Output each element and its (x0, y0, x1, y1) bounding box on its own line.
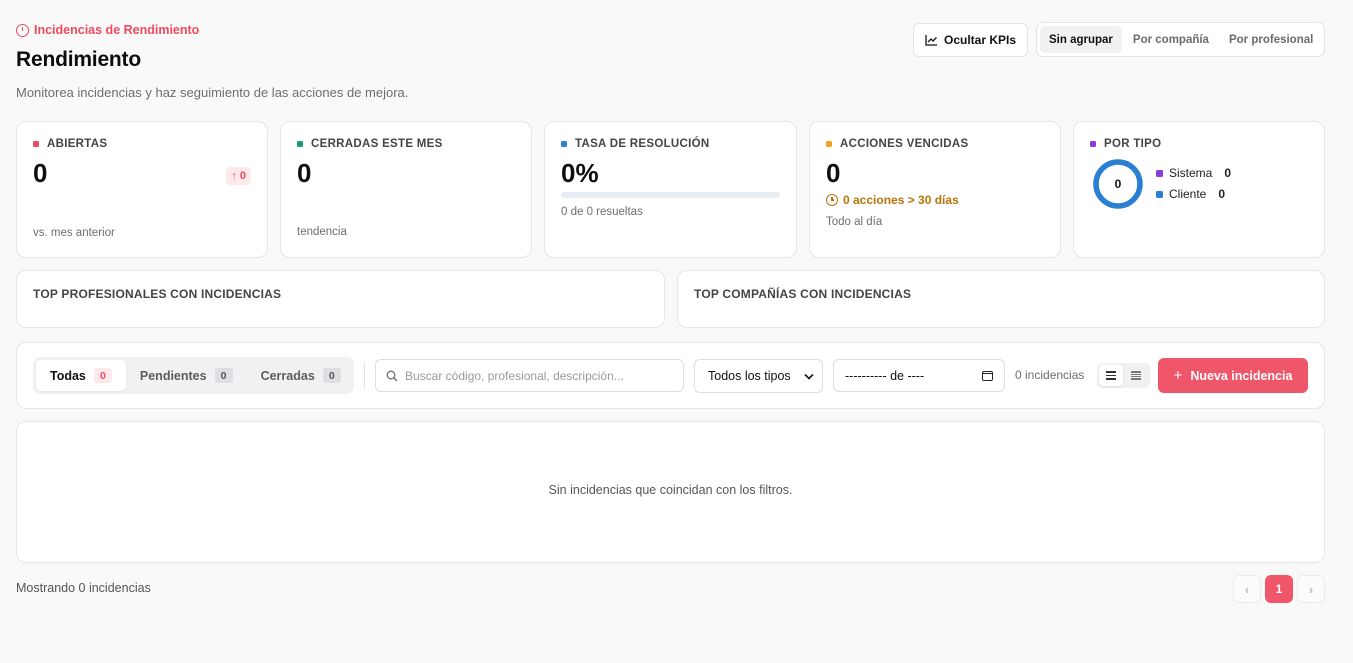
status-dot (826, 141, 832, 147)
kpi-label: ACCIONES VENCIDAS (840, 138, 969, 150)
filter-toolbar: Todas 0 Pendientes 0 Cerradas 0 Todos lo… (16, 342, 1325, 409)
calendar-icon (981, 370, 993, 381)
status-dot (561, 141, 567, 147)
clock-icon (826, 194, 838, 206)
tab-count-badge: 0 (93, 368, 112, 383)
warning-text: 0 acciones > 30 días (843, 193, 959, 207)
overdue-warning: 0 acciones > 30 días (826, 193, 959, 207)
kpi-card-por-tipo: POR TIPO 0 Sistema 0 Cliente 0 (1073, 121, 1325, 258)
top-companies-panel: TOP COMPAÑÍAS CON INCIDENCIAS (677, 270, 1325, 328)
chevron-right-icon: › (1308, 581, 1314, 597)
alert-circle-icon (16, 23, 29, 37)
chevron-down-icon (804, 373, 814, 380)
kpi-value: 0% (561, 158, 599, 188)
kpi-card-cerradas: CERRADAS ESTE MES 0 tendencia (280, 121, 532, 258)
kpi-value: 0 (826, 158, 841, 188)
date-value: ---------- de ---- (845, 368, 925, 383)
result-count: 0 incidencias (1015, 368, 1085, 382)
select-value: Todos los tipos (708, 369, 791, 383)
kpi-label: ABIERTAS (47, 138, 108, 150)
group-by-company-option[interactable]: Por compañía (1124, 26, 1218, 53)
group-by-professional-option[interactable]: Por profesional (1220, 26, 1322, 53)
kpi-value: 0 (33, 158, 48, 188)
tab-cerradas[interactable]: Cerradas 0 (247, 360, 355, 391)
delta-badge: ↑ 0 (226, 167, 251, 185)
new-incident-button[interactable]: + Nueva incidencia (1158, 358, 1308, 393)
tab-label: Pendientes (139, 368, 207, 383)
kpi-footnote: Todo al día (826, 216, 883, 228)
kpi-label: POR TIPO (1104, 138, 1162, 150)
status-dot (33, 141, 39, 147)
kpi-value: 0 (297, 158, 312, 188)
type-select[interactable]: Todos los tipos (694, 359, 823, 393)
status-dot (297, 141, 303, 147)
legend-label: Cliente (1169, 187, 1207, 201)
results-panel: Sin incidencias que coincidan con los fi… (16, 421, 1325, 563)
donut-total: 0 (1114, 177, 1122, 191)
kpi-footnote: 0 de 0 resueltas (561, 206, 643, 218)
view-mode-toggle (1097, 363, 1150, 388)
tab-count-badge: 0 (322, 368, 341, 383)
resolution-progress-bar (561, 192, 780, 198)
list-icon (1105, 371, 1116, 380)
hide-kpis-label: Ocultar KPIs (943, 33, 1017, 47)
legend-item-sistema: Sistema 0 (1156, 166, 1231, 180)
status-dot (1090, 141, 1096, 147)
kpi-footnote: tendencia (297, 226, 347, 238)
search-icon (386, 370, 398, 381)
search-input[interactable] (405, 368, 665, 383)
compact-list-icon (1131, 371, 1142, 380)
tab-count-badge: 0 (214, 368, 233, 383)
empty-state-message: Sin incidencias que coincidan con los fi… (548, 483, 793, 497)
plus-icon: + (1173, 367, 1183, 384)
legend-value: 0 (1218, 187, 1226, 201)
tab-label: Todas (50, 368, 86, 383)
status-tabs: Todas 0 Pendientes 0 Cerradas 0 (33, 357, 354, 394)
page-button-current[interactable]: 1 (1265, 575, 1293, 603)
arrow-up-icon: ↑ (231, 170, 237, 182)
kpi-card-vencidas: ACCIONES VENCIDAS 0 0 acciones > 30 días… (809, 121, 1061, 258)
legend-swatch (1156, 169, 1163, 177)
panel-title: TOP COMPAÑÍAS CON INCIDENCIAS (694, 287, 912, 301)
prev-page-button[interactable]: ‹ (1233, 575, 1261, 603)
page-subtitle: Monitorea incidencias y haz seguimiento … (16, 85, 409, 100)
breadcrumb: Incidencias de Rendimiento (16, 23, 199, 37)
tab-pendientes[interactable]: Pendientes 0 (126, 360, 247, 391)
pagination-summary: Mostrando 0 incidencias (16, 581, 151, 595)
tab-todas[interactable]: Todas 0 (36, 360, 126, 391)
legend-item-cliente: Cliente 0 (1156, 187, 1225, 201)
divider (364, 362, 365, 389)
kpi-label: CERRADAS ESTE MES (311, 138, 443, 150)
top-professionals-panel: TOP PROFESIONALES CON INCIDENCIAS (16, 270, 665, 328)
grouping-toggle: Sin agrupar Por compañía Por profesional (1036, 22, 1325, 57)
new-incident-label: Nueva incidencia (1190, 368, 1293, 383)
compact-view-button[interactable] (1125, 365, 1149, 386)
page-title: Rendimiento (16, 48, 141, 71)
kpi-card-abiertas: ABIERTAS 0 ↑ 0 vs. mes anterior (16, 121, 268, 258)
panel-title: TOP PROFESIONALES CON INCIDENCIAS (33, 287, 282, 301)
eyebrow-label: Incidencias de Rendimiento (34, 23, 200, 37)
kpi-label: TASA DE RESOLUCIÓN (575, 138, 710, 150)
legend-swatch (1156, 190, 1163, 198)
kpi-card-tasa: TASA DE RESOLUCIÓN 0% 0 de 0 resueltas (544, 121, 797, 258)
hide-kpis-button[interactable]: Ocultar KPIs (913, 23, 1028, 57)
kpi-footnote: vs. mes anterior (33, 227, 115, 239)
list-view-button[interactable] (1099, 365, 1123, 386)
chevron-left-icon: ‹ (1244, 581, 1250, 597)
legend-label: Sistema (1169, 166, 1213, 180)
legend-value: 0 (1224, 166, 1232, 180)
search-box (375, 359, 684, 392)
month-picker[interactable]: ---------- de ---- (833, 359, 1005, 392)
group-none-option[interactable]: Sin agrupar (1040, 26, 1122, 53)
delta-value: 0 (239, 170, 246, 182)
tab-label: Cerradas (260, 368, 315, 383)
chart-line-icon (925, 35, 937, 46)
next-page-button[interactable]: › (1297, 575, 1325, 603)
